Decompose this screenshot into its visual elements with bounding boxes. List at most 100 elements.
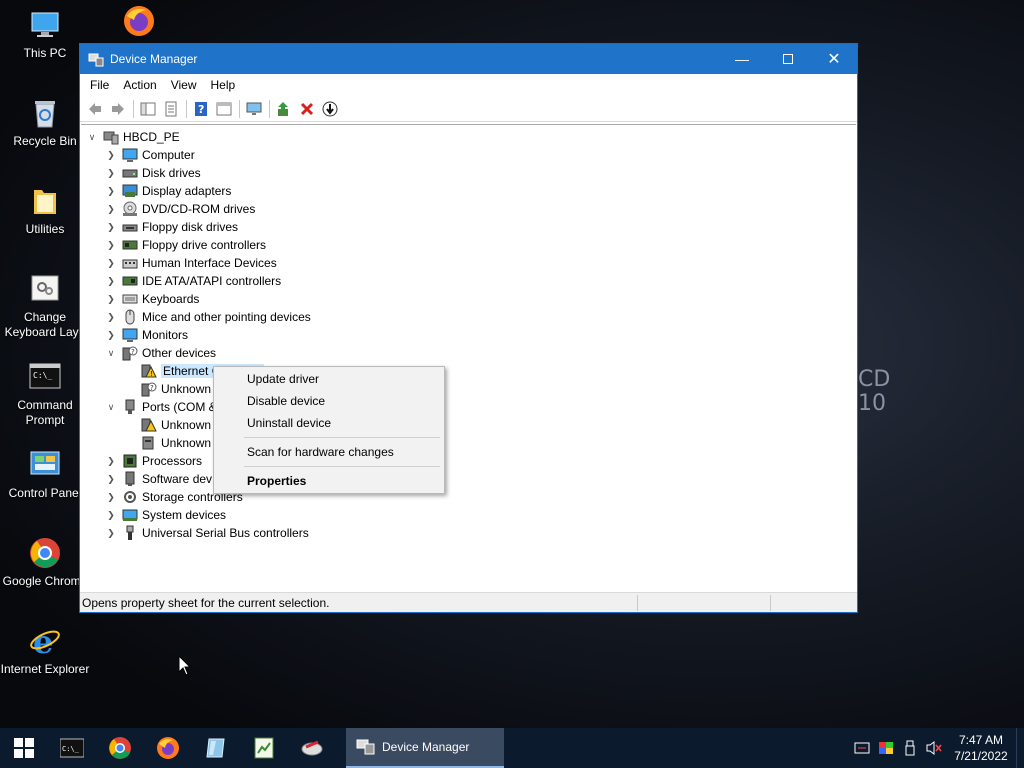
menu-action[interactable]: Action <box>116 78 163 92</box>
keyboard-settings-icon <box>28 272 62 306</box>
show-hide-console-tree-button[interactable] <box>137 98 159 120</box>
enable-device-button[interactable] <box>319 98 341 120</box>
tree-item-dvd-cd-rom-drives[interactable]: ❯ DVD/CD-ROM drives <box>104 200 255 218</box>
menu-update-driver[interactable]: Update driver <box>214 368 444 390</box>
tree-item-disk-drives[interactable]: ❯ Disk drives <box>104 164 200 182</box>
desktop-icon-internet-explorer[interactable]: e Internet Explorer <box>0 623 90 677</box>
firefox-icon <box>122 4 156 38</box>
tree-item-monitors[interactable]: ❯ Monitors <box>104 326 188 344</box>
color-display-icon[interactable] <box>874 728 898 768</box>
taskbar-firefox[interactable] <box>144 728 192 768</box>
taskbar-device-manager[interactable]: Device Manager <box>346 728 504 768</box>
scan-hardware-button[interactable] <box>243 98 265 120</box>
chevron-right-icon[interactable]: ❯ <box>104 452 118 470</box>
taskbar-command-prompt[interactable]: C:\_ <box>48 728 96 768</box>
status-bar: Opens property sheet for the current sel… <box>80 592 857 612</box>
clock[interactable]: 7:47 AM 7/21/2022 <box>946 732 1016 764</box>
properties-sheet-button[interactable] <box>160 98 182 120</box>
volume-muted-icon[interactable] <box>922 728 946 768</box>
desktop-icon-firefox[interactable] <box>94 4 184 42</box>
chevron-right-icon[interactable]: ❯ <box>104 524 118 542</box>
title-bar[interactable]: Device Manager — ✕ <box>80 44 857 74</box>
tree-item-human-interface-devices[interactable]: ❯ Human Interface Devices <box>104 254 277 272</box>
tree-item-floppy-disk-drives[interactable]: ❯ Floppy disk drives <box>104 218 238 236</box>
forward-button[interactable] <box>107 98 129 120</box>
desktop-icon-control-panel[interactable]: Control Panel <box>0 448 90 501</box>
menu-file[interactable]: File <box>83 78 116 92</box>
taskbar-app-explorer[interactable] <box>192 728 240 768</box>
chevron-right-icon[interactable]: ❯ <box>104 326 118 344</box>
chevron-right-icon[interactable]: ❯ <box>104 164 118 182</box>
menu-disable-device[interactable]: Disable device <box>214 390 444 412</box>
tree-item-processors[interactable]: ❯ Processors <box>104 452 202 470</box>
menu-properties[interactable]: Properties <box>214 470 444 492</box>
monitor-icon <box>122 327 138 343</box>
start-button[interactable] <box>0 728 48 768</box>
taskbar-app-tool[interactable] <box>288 728 336 768</box>
show-desktop-button[interactable] <box>1016 728 1024 768</box>
tree-item-ports[interactable]: ∨ Ports (COM & <box>104 398 217 416</box>
tree-item-other-devices[interactable]: ∨ ? Other devices <box>104 344 216 362</box>
menu-uninstall-device[interactable]: Uninstall device <box>214 412 444 434</box>
ide-controller-icon <box>122 273 138 289</box>
desktop-icon-command-prompt[interactable]: C:\_ Command Prompt <box>0 360 90 428</box>
computer-icon <box>122 147 138 163</box>
help-button[interactable]: ? <box>190 98 212 120</box>
chevron-right-icon[interactable]: ❯ <box>104 146 118 164</box>
tree-item-mice[interactable]: ❯ Mice and other pointing devices <box>104 308 311 326</box>
menu-scan-hardware-changes[interactable]: Scan for hardware changes <box>214 441 444 463</box>
tree-root[interactable]: ∨ HBCD_PE <box>85 128 180 146</box>
desktop-icon-this-pc[interactable]: This PC <box>0 8 90 61</box>
warning-device-icon <box>141 417 157 433</box>
desktop-icon-google-chrome[interactable]: Google Chrome <box>0 536 90 589</box>
chevron-right-icon[interactable]: ❯ <box>104 218 118 236</box>
chevron-right-icon[interactable]: ❯ <box>104 254 118 272</box>
network-icon[interactable] <box>850 728 874 768</box>
status-text: Opens property sheet for the current sel… <box>82 595 330 610</box>
usb-drive-icon[interactable] <box>898 728 922 768</box>
chevron-right-icon[interactable]: ❯ <box>104 308 118 326</box>
tree-item-unknown-device[interactable]: ? Unknown <box>123 380 211 398</box>
chevron-right-icon[interactable]: ❯ <box>104 236 118 254</box>
desktop-icon-utilities[interactable]: Utilities <box>0 184 90 237</box>
tree-item-usb-controllers[interactable]: ❯ Universal Serial Bus controllers <box>104 524 309 542</box>
update-driver-button[interactable] <box>273 98 295 120</box>
minimize-button[interactable]: — <box>719 44 765 74</box>
desktop-icon-change-keyboard-layout[interactable]: Change Keyboard Layo <box>0 272 90 340</box>
toolbar-separator <box>269 99 270 118</box>
chevron-right-icon[interactable]: ❯ <box>104 182 118 200</box>
device-tree[interactable]: ∨ HBCD_PE ❯ Computer ❯ Disk drives ❯ Dis… <box>81 124 856 592</box>
tree-item-keyboards[interactable]: ❯ Keyboards <box>104 290 199 308</box>
tree-item-system-devices[interactable]: ❯ System devices <box>104 506 226 524</box>
tree-item-ide-ata-atapi-controllers[interactable]: ❯ IDE ATA/ATAPI controllers <box>104 272 281 290</box>
tree-item-unknown-port-2[interactable]: Unknown <box>123 434 211 452</box>
chevron-right-icon[interactable]: ❯ <box>104 470 118 488</box>
taskbar-app-notepad[interactable] <box>240 728 288 768</box>
tree-item-floppy-drive-controllers[interactable]: ❯ Floppy drive controllers <box>104 236 266 254</box>
tree-item-software-devices[interactable]: ❯ Software dev <box>104 470 212 488</box>
view-button[interactable] <box>213 98 235 120</box>
dvd-drive-icon <box>122 201 138 217</box>
taskbar-chrome[interactable] <box>96 728 144 768</box>
chevron-right-icon[interactable]: ❯ <box>104 272 118 290</box>
menu-separator <box>244 466 440 467</box>
uninstall-device-button[interactable] <box>296 98 318 120</box>
menu-view[interactable]: View <box>164 78 204 92</box>
chevron-down-icon[interactable]: ∨ <box>85 128 99 146</box>
tree-item-computer[interactable]: ❯ Computer <box>104 146 195 164</box>
maximize-button[interactable] <box>765 44 811 74</box>
chevron-down-icon[interactable]: ∨ <box>104 344 118 362</box>
chevron-right-icon[interactable]: ❯ <box>104 506 118 524</box>
toolbar-separator <box>133 99 134 118</box>
chevron-right-icon[interactable]: ❯ <box>104 290 118 308</box>
tree-item-display-adapters[interactable]: ❯ Display adapters <box>104 182 231 200</box>
chevron-down-icon[interactable]: ∨ <box>104 398 118 416</box>
chevron-right-icon[interactable]: ❯ <box>104 200 118 218</box>
device-manager-window[interactable]: Device Manager — ✕ File Action View Help… <box>79 43 858 613</box>
desktop-icon-recycle-bin[interactable]: Recycle Bin <box>0 96 90 149</box>
close-button[interactable]: ✕ <box>811 44 857 74</box>
back-button[interactable] <box>84 98 106 120</box>
menu-help[interactable]: Help <box>204 78 243 92</box>
chevron-right-icon[interactable]: ❯ <box>104 488 118 506</box>
tree-item-unknown-port-1[interactable]: Unknown <box>123 416 211 434</box>
